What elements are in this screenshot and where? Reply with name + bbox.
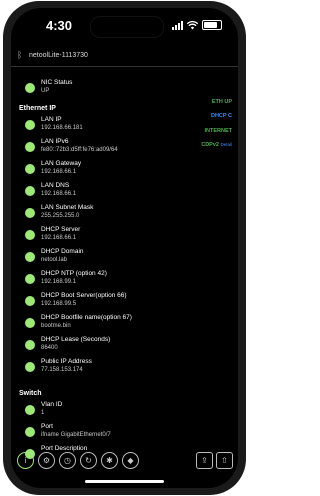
cdp-detail-link[interactable]: Detail <box>220 142 232 147</box>
item-value: bootme.bin <box>41 323 71 329</box>
item-label: LAN Subnet Mask <box>41 204 94 211</box>
item-value: UP <box>41 88 50 94</box>
dhcp-tag[interactable]: DHCP C <box>211 113 232 119</box>
status-dot <box>25 274 35 284</box>
item-label: Public IP Address <box>41 358 92 365</box>
item-label: DHCP Server <box>41 226 81 233</box>
section-switch: Switch <box>19 390 42 397</box>
item-label: Vlan ID <box>41 401 63 408</box>
home-indicator[interactable] <box>85 480 164 483</box>
item-label: LAN IPv6 <box>41 138 69 145</box>
asterisk-icon[interactable]: ✱ <box>101 452 118 469</box>
list-item[interactable]: DHCP Boot Server(option 66) 192.168.99.5 <box>23 291 193 313</box>
dhcp-refresh-icon: C <box>228 113 232 119</box>
item-value: ifname GigabitEthernet0/7 <box>41 432 111 438</box>
share-icon[interactable]: ⇪ <box>196 452 213 469</box>
item-value: 192.168.66.181 <box>41 125 83 131</box>
list-item[interactable]: DHCP Server 192.168.66.1 <box>23 225 193 247</box>
signal-icon <box>172 20 183 30</box>
title-divider <box>11 66 238 67</box>
list-item[interactable]: DHCP Bootfile name(option 67) bootme.bin <box>23 313 193 335</box>
item-value: 77.158.153.174 <box>41 367 83 373</box>
item-label: Port <box>41 423 53 430</box>
list-item[interactable]: DHCP Domain netool.lab <box>23 247 193 269</box>
internet-tag: INTERNET <box>204 128 233 134</box>
tag-icon[interactable]: ◆ <box>122 452 139 469</box>
status-dot <box>25 362 35 372</box>
history-icon[interactable]: ◷ <box>59 452 76 469</box>
dhcp-tag-label: DHCP <box>210 113 227 119</box>
dynamic-island <box>90 16 164 38</box>
status-dot <box>25 296 35 306</box>
status-dot <box>25 120 35 130</box>
item-label: DHCP Domain <box>41 248 84 255</box>
wifi-icon <box>187 20 198 29</box>
list-item[interactable]: DHCP NTP (option 42) 192.168.99.1 <box>23 269 193 291</box>
refresh-icon[interactable]: ↻ <box>80 452 97 469</box>
item-label: LAN DNS <box>41 182 70 189</box>
item-value: 86400 <box>41 345 58 351</box>
status-dot <box>25 252 35 262</box>
status-icons <box>172 20 222 30</box>
item-label: DHCP NTP (option 42) <box>41 270 107 277</box>
status-dot <box>25 230 35 240</box>
screen: 4:30 ᛒ netoolLite-1113730 ETH UP DHCP C … <box>11 8 238 488</box>
list-item[interactable]: LAN Subnet Mask 255.255.255.0 <box>23 203 193 225</box>
app-title-bar: ᛒ netoolLite-1113730 <box>11 48 238 64</box>
battery-icon <box>202 20 222 30</box>
bluetooth-icon: ᛒ <box>17 50 23 60</box>
status-dot <box>25 427 35 437</box>
status-dot <box>25 405 35 415</box>
item-value: 255.255.255.0 <box>41 213 80 219</box>
status-bar: 4:30 <box>11 8 238 38</box>
status-dot <box>25 142 35 152</box>
list-item[interactable]: LAN Gateway 192.168.66.1 <box>23 159 193 181</box>
status-dot <box>25 164 35 174</box>
info-icon[interactable]: i <box>17 452 34 469</box>
eth-up-tag: ETH UP <box>211 99 232 105</box>
item-label: LAN Gateway <box>41 160 82 167</box>
bottom-toolbar: i ⚙ ◷ ↻ ✱ ◆ ⇪ ⇧ <box>11 448 238 473</box>
list-item[interactable]: Public IP Address 77.158.153.174 <box>23 357 193 379</box>
status-dot <box>25 83 35 93</box>
status-dot <box>25 208 35 218</box>
item-value: 192.168.66.1 <box>41 191 77 197</box>
item-label: DHCP Boot Server(option 66) <box>41 292 127 299</box>
item-value: 192.168.66.1 <box>41 235 77 241</box>
status-list[interactable]: ETH UP DHCP C INTERNET CDPv2 Detail NIC … <box>11 68 238 459</box>
item-label: DHCP Bootfile name(option 67) <box>41 314 132 321</box>
status-time: 4:30 <box>46 18 73 33</box>
cdp-tag-label: CDPv2 <box>201 142 219 148</box>
list-item[interactable]: LAN IP 192.168.66.181 <box>23 115 193 137</box>
section-ethernet-ip: Ethernet IP <box>19 105 56 112</box>
list-item[interactable]: Vlan ID 1 <box>23 400 193 422</box>
device-name[interactable]: netoolLite-1113730 <box>29 52 88 59</box>
settings-icon[interactable]: ⚙ <box>38 452 55 469</box>
status-dot <box>25 186 35 196</box>
list-item-nic-status[interactable]: NIC Status UP <box>23 78 193 100</box>
list-item[interactable]: LAN DNS 192.168.66.1 <box>23 181 193 203</box>
export-icon[interactable]: ⇧ <box>216 452 233 469</box>
item-value: 1 <box>41 410 45 416</box>
item-value: 192.168.99.1 <box>41 279 77 285</box>
list-item[interactable]: LAN IPv6 fe80::72b3:d5ff:fe76:ad09/64 <box>23 137 193 159</box>
item-value: 192.168.66.1 <box>41 169 77 175</box>
item-label: DHCP Lease (Seconds) <box>41 336 111 343</box>
item-value: netool.lab <box>41 257 68 263</box>
item-value: 192.168.99.5 <box>41 301 77 307</box>
item-label: NIC Status <box>41 79 73 86</box>
list-item[interactable]: Port ifname GigabitEthernet0/7 <box>23 422 193 444</box>
list-item[interactable]: DHCP Lease (Seconds) 86400 <box>23 335 193 357</box>
cdp-tag[interactable]: CDPv2 Detail <box>201 142 232 148</box>
phone-frame: 4:30 ᛒ netoolLite-1113730 ETH UP DHCP C … <box>3 1 246 495</box>
status-dot <box>25 318 35 328</box>
status-dot <box>25 340 35 350</box>
item-value: fe80::72b3:d5ff:fe76:ad09/64 <box>41 147 118 153</box>
item-label: LAN IP <box>41 116 62 123</box>
